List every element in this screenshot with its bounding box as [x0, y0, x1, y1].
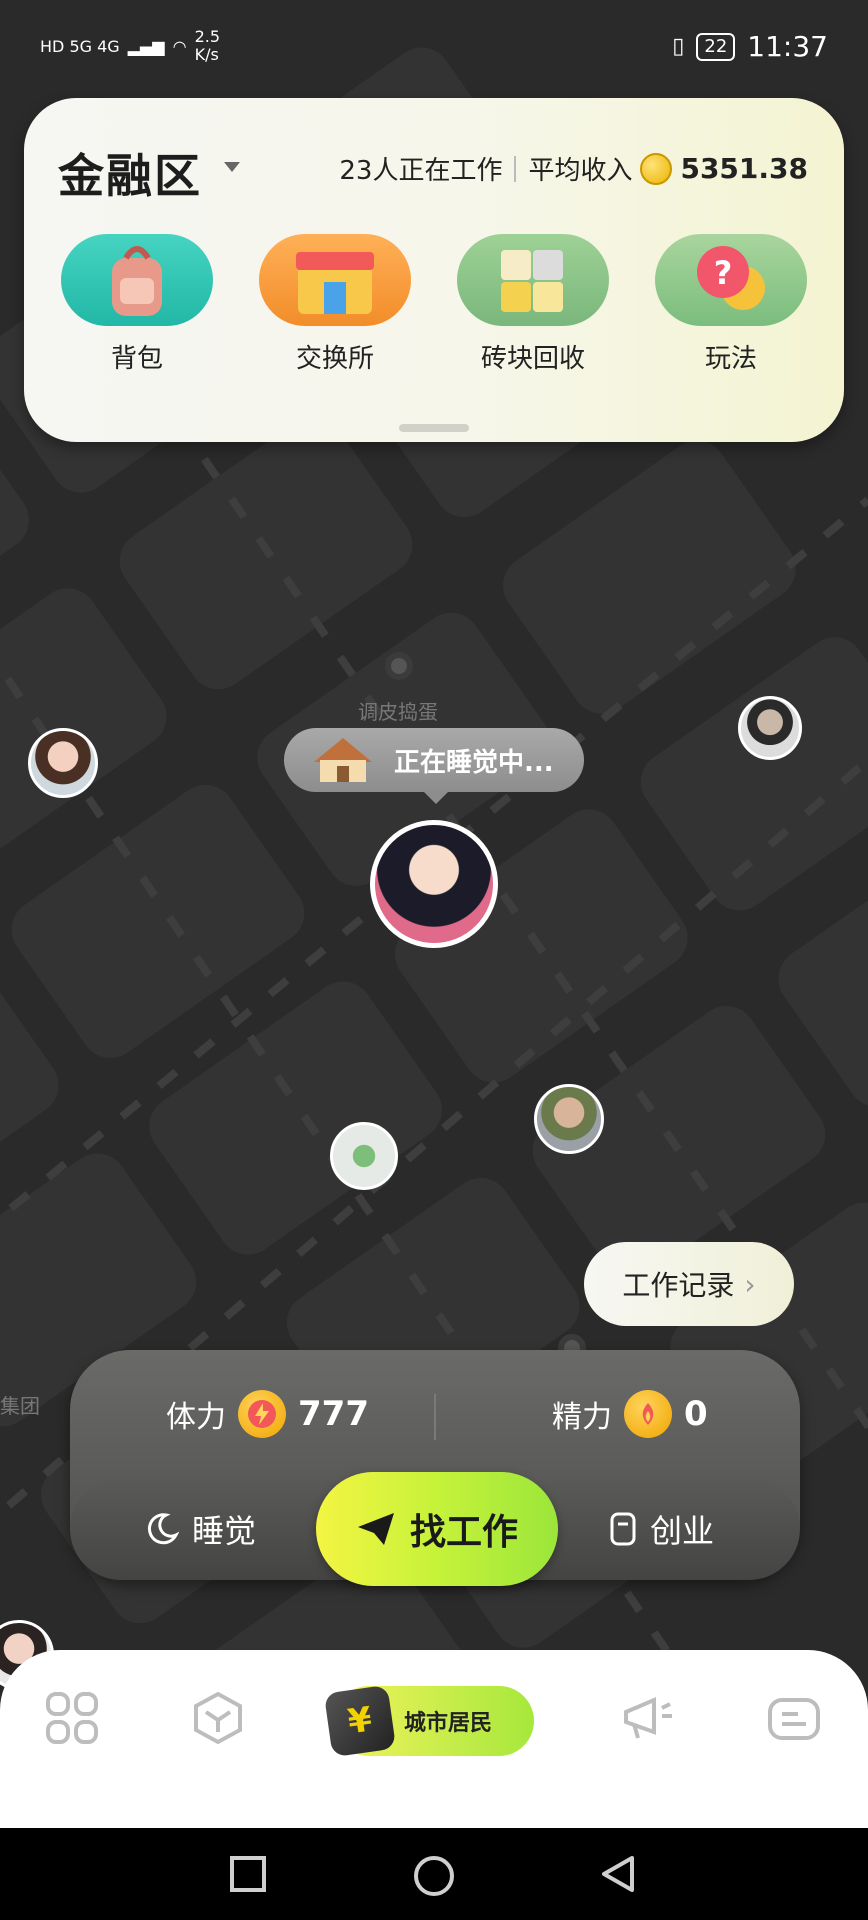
player-name-label: 调皮捣蛋: [358, 700, 438, 724]
energy-label: 精力: [552, 1400, 612, 1435]
chevron-down-icon[interactable]: [224, 162, 240, 172]
network-label: HD 5G 4G: [40, 36, 120, 56]
moon-icon: [147, 1513, 180, 1545]
find-job-button[interactable]: 找工作: [316, 1472, 558, 1586]
avg-income-label: 平均收入: [528, 156, 633, 186]
lightning-icon: [238, 1390, 286, 1438]
startup-button[interactable]: 创业: [608, 1506, 714, 1552]
avg-income-value: 5351.38: [680, 152, 808, 185]
resident-avatar[interactable]: [330, 1122, 398, 1190]
tool-label: 交换所: [295, 344, 374, 374]
backpack-icon: [61, 234, 213, 326]
work-info: 23人正在工作 平均收入 5351.38: [339, 150, 808, 187]
system-nav-bar: [0, 1828, 868, 1920]
resident-avatar[interactable]: [28, 728, 98, 798]
stamina-stat: 体力 777: [166, 1390, 369, 1438]
speed-value: 2.5: [194, 27, 221, 46]
speed-unit: K/s: [194, 45, 219, 64]
battery-indicator: 22: [696, 32, 736, 61]
bottom-nav: ¥ 城市居民: [0, 1650, 868, 1830]
resident-avatar[interactable]: [534, 1084, 604, 1154]
tool-exchange[interactable]: 交换所: [255, 234, 415, 375]
wifi-icon: ◠: [172, 36, 187, 56]
vibrate-icon: ▯: [672, 34, 685, 59]
grid-icon[interactable]: [44, 1690, 100, 1746]
paper-plane-icon: [357, 1513, 394, 1545]
energy-stat: 精力 0: [552, 1390, 708, 1438]
city-residents-tab[interactable]: ¥ 城市居民: [323, 1684, 534, 1758]
stamina-label: 体力: [166, 1400, 226, 1435]
back-icon[interactable]: [598, 1854, 638, 1894]
resident-avatar[interactable]: [738, 696, 802, 760]
tool-brick-recycle[interactable]: 砖块回收: [453, 234, 613, 375]
chevron-right-icon: ›: [744, 1267, 756, 1301]
home-icon[interactable]: [412, 1854, 456, 1898]
district-card: 金融区 23人正在工作 平均收入 5351.38 背包 交换所 砖块回收 ? 玩…: [24, 98, 844, 442]
tool-how-to-play[interactable]: ? 玩法: [651, 234, 811, 375]
stamina-value: 777: [298, 1394, 369, 1434]
divider: [434, 1394, 436, 1440]
tool-backpack[interactable]: 背包: [57, 234, 217, 375]
startup-label: 创业: [650, 1512, 715, 1550]
coin-icon: [640, 152, 673, 185]
message-icon[interactable]: [766, 1690, 822, 1746]
tool-label: 砖块回收: [480, 344, 585, 374]
flag-icon: [610, 1512, 636, 1546]
find-job-label: 找工作: [409, 1512, 518, 1553]
tool-label: 玩法: [704, 344, 757, 374]
cube-icon[interactable]: [190, 1690, 246, 1746]
work-record-button[interactable]: 工作记录 ›: [584, 1242, 794, 1326]
sleep-label: 睡觉: [192, 1512, 257, 1550]
network-indicators: HD 5G 4G ▂▄▆ ◠ 2.5 K/s: [40, 28, 220, 64]
house-icon: [314, 738, 372, 782]
recent-apps-icon[interactable]: [228, 1854, 268, 1894]
sleep-button[interactable]: 睡觉: [144, 1506, 256, 1552]
shop-icon: [259, 234, 411, 326]
divider: [514, 155, 517, 182]
district-name[interactable]: 金融区: [58, 140, 202, 206]
status-right: ▯ 22 11:37: [672, 30, 828, 63]
city-residents-label: 城市居民: [404, 1711, 493, 1736]
yuan-cube-icon: ¥: [323, 1684, 397, 1758]
work-record-label: 工作记录: [622, 1269, 735, 1302]
blocks-icon: [457, 234, 609, 326]
tool-row: 背包 交换所 砖块回收 ? 玩法: [24, 234, 844, 375]
map-dot: [385, 652, 413, 680]
status-text: 正在睡觉中...: [394, 747, 554, 778]
svg-text:?: ?: [714, 254, 733, 292]
energy-value: 0: [684, 1394, 708, 1434]
working-count: 23人正在工作: [339, 156, 503, 186]
signal-icon: ▂▄▆: [127, 36, 165, 56]
flame-icon: [624, 1390, 672, 1438]
megaphone-icon[interactable]: [620, 1690, 676, 1746]
edge-label: 集团: [0, 1394, 40, 1418]
help-icon: ?: [655, 234, 807, 326]
action-panel: 体力 777 精力 0 睡觉 创业 找工作: [70, 1350, 800, 1586]
clock: 11:37: [747, 30, 828, 63]
drag-handle[interactable]: [399, 424, 469, 432]
player-avatar[interactable]: [370, 820, 498, 948]
status-bubble[interactable]: 正在睡觉中...: [284, 728, 584, 804]
status-bar: HD 5G 4G ▂▄▆ ◠ 2.5 K/s ▯ 22 11:37: [0, 0, 868, 96]
tool-label: 背包: [110, 344, 163, 374]
network-speed: 2.5 K/s: [195, 28, 220, 64]
